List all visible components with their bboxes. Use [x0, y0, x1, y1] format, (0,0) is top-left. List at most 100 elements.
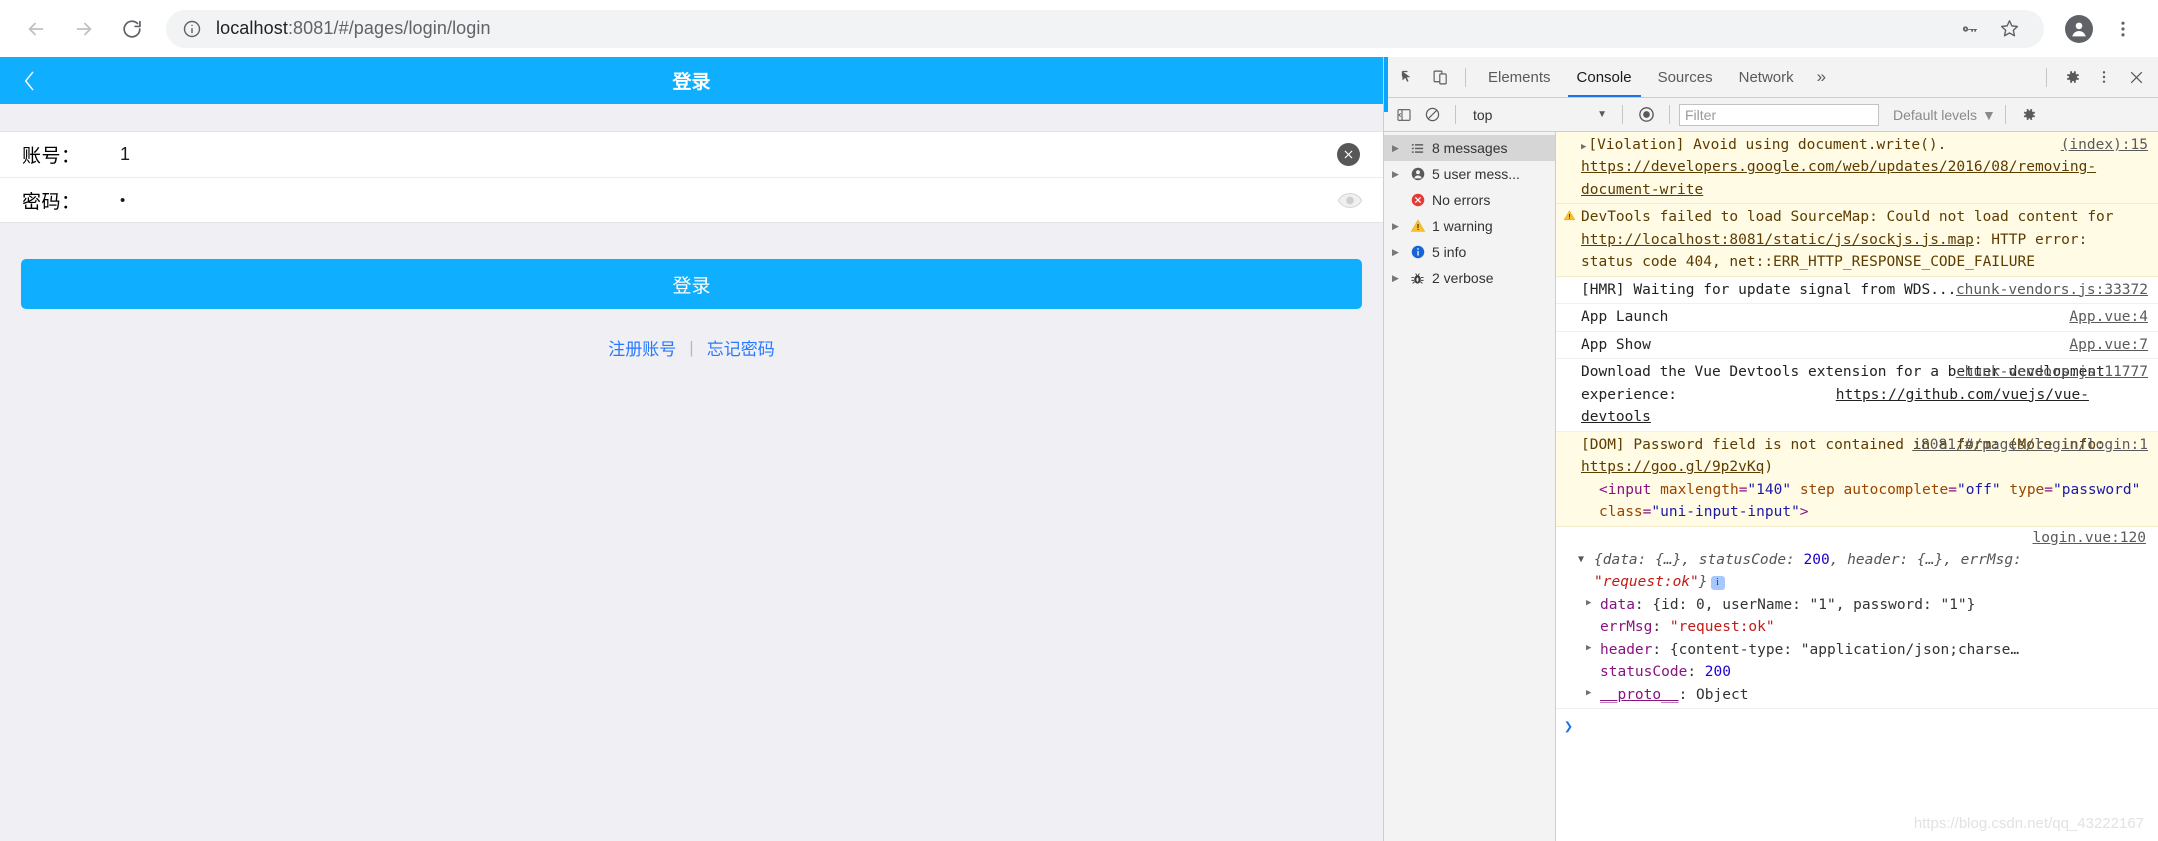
- close-icon[interactable]: [2120, 61, 2152, 93]
- expand-arrow-icon[interactable]: ▶: [1586, 687, 1591, 701]
- object-property-header[interactable]: ▶ header: {content-type: "application/jso…: [1572, 639, 2138, 661]
- device-toolbar-icon[interactable]: [1424, 61, 1456, 93]
- clear-circle-icon[interactable]: [1337, 143, 1360, 166]
- sidebar-item-warnings[interactable]: ▶ 1 warning: [1384, 213, 1555, 239]
- dom-password-link[interactable]: https://goo.gl/9p2vKq: [1581, 459, 1764, 475]
- warning-icon: [1562, 206, 1577, 222]
- console-prompt[interactable]: ❯: [1556, 709, 2158, 738]
- console-message-hmr[interactable]: [HMR] Waiting for update signal from WDS…: [1556, 276, 2158, 305]
- console-message-response-object[interactable]: login.vue:120 ▼ {data: {…}, statusCode: 2…: [1556, 526, 2158, 710]
- web-page-viewport: 登录 账号： 1 密码： • 登录 注册账号 | 忘记密码: [0, 57, 1384, 841]
- console-settings-gear-icon[interactable]: [2015, 102, 2043, 128]
- sidebar-item-user-messages[interactable]: ▶ 5 user mess...: [1384, 161, 1555, 187]
- expand-arrow-icon[interactable]: ▶: [1392, 221, 1403, 232]
- expand-arrow-icon[interactable]: ▶: [1586, 642, 1591, 656]
- message-source-link[interactable]: chunk-vendors.js:33372: [1956, 279, 2148, 301]
- message-source-link[interactable]: :8081/#/pages/login/login:1: [1912, 434, 2148, 456]
- object-summary-mid: , header: {…}, errMsg:: [1829, 551, 2022, 568]
- console-message-sourcemap[interactable]: DevTools failed to load SourceMap: Could…: [1556, 204, 2158, 277]
- clear-console-icon[interactable]: [1418, 102, 1446, 128]
- password-key-icon[interactable]: [1950, 10, 1988, 48]
- sourcemap-link[interactable]: http://localhost:8081/static/js/sockjs.j…: [1581, 232, 1974, 248]
- site-info-icon[interactable]: [182, 19, 202, 39]
- account-input[interactable]: 1: [120, 144, 1337, 165]
- message-source-link[interactable]: App.vue:7: [2069, 334, 2148, 356]
- expand-arrow-icon[interactable]: ▶: [1392, 273, 1403, 284]
- expand-arrow-icon[interactable]: ▶: [1586, 597, 1591, 611]
- code-attr-autocomplete: autocomplete: [1843, 481, 1949, 498]
- devtools-menu-icon[interactable]: [2088, 61, 2120, 93]
- message-source-link[interactable]: App.vue:4: [2069, 306, 2148, 328]
- object-property-errmsg[interactable]: errMsg: "request:ok": [1572, 616, 2138, 638]
- tab-elements[interactable]: Elements: [1475, 57, 1564, 97]
- password-field-row: 密码： •: [0, 177, 1383, 222]
- profile-avatar-button[interactable]: [2058, 8, 2100, 50]
- code-attr-class: class: [1599, 504, 1643, 521]
- console-message-violation[interactable]: ▶ [Violation] Avoid using document.write(…: [1556, 132, 2158, 205]
- message-source-link[interactable]: login.vue:120: [2033, 530, 2147, 546]
- toolbar-right-actions: [2058, 8, 2144, 50]
- response-object-tree: ▼ {data: {…}, statusCode: 200, header: {……: [1562, 549, 2148, 706]
- sidebar-toggle-icon[interactable]: [1390, 102, 1418, 128]
- register-link[interactable]: 注册账号: [595, 335, 689, 360]
- sidebar-item-label: 1 warning: [1432, 218, 1493, 234]
- object-property-statuscode[interactable]: statusCode: 200: [1572, 661, 2138, 683]
- violation-link[interactable]: https://developers.google.com/web/update…: [1581, 159, 2096, 197]
- execution-context-select[interactable]: top ▼: [1465, 103, 1613, 127]
- sidebar-item-verbose[interactable]: ▶ 2 verbose: [1384, 265, 1555, 291]
- more-tabs-icon[interactable]: »: [1807, 67, 1836, 87]
- sidebar-item-info[interactable]: ▶ 5 info: [1384, 239, 1555, 265]
- info-icon: [1409, 244, 1426, 261]
- back-button[interactable]: [14, 7, 58, 51]
- sidebar-item-errors[interactable]: No errors: [1384, 187, 1555, 213]
- console-message-vue-devtools[interactable]: Download the Vue Devtools extension for …: [1556, 359, 2158, 432]
- message-source-link[interactable]: (index):15: [2061, 134, 2148, 156]
- watermark-text: https://blog.csdn.net/qq_43222167: [1913, 814, 2144, 832]
- expand-arrow-icon[interactable]: ▶: [1392, 169, 1403, 180]
- devtools-panel: Elements Console Sources Network » top ▼…: [1384, 57, 2158, 841]
- chevron-down-icon: ▼: [1597, 109, 1607, 120]
- bookmark-star-icon[interactable]: [1990, 10, 2028, 48]
- code-attr-maxlength-value: "140": [1747, 481, 1792, 498]
- console-main: ▶ 8 messages ▶ 5 user mess... No errors …: [1384, 132, 2158, 841]
- forgot-password-link[interactable]: 忘记密码: [694, 335, 788, 360]
- console-message-dom-password[interactable]: [DOM] Password field is not contained in…: [1556, 431, 2158, 527]
- tab-console[interactable]: Console: [1564, 57, 1645, 97]
- console-message-app-show[interactable]: App Show App.vue:7: [1556, 331, 2158, 360]
- forward-button[interactable]: [62, 7, 106, 51]
- message-source-link[interactable]: chunk-vendors.js:11777: [1956, 361, 2148, 383]
- object-property-data[interactable]: ▶ data: {id: 0, userName: "1", password: …: [1572, 594, 2138, 616]
- console-message-app-launch[interactable]: App Launch App.vue:4: [1556, 304, 2158, 332]
- dom-password-post: ): [1764, 459, 1774, 476]
- filter-input[interactable]: [1679, 103, 1879, 126]
- login-button[interactable]: 登录: [21, 259, 1362, 309]
- inspect-element-icon[interactable]: [1392, 61, 1424, 93]
- auth-links: 注册账号 | 忘记密码: [21, 335, 1362, 361]
- sidebar-item-label: 2 verbose: [1432, 270, 1494, 286]
- tab-network[interactable]: Network: [1726, 57, 1807, 97]
- message-icon-blank: [1562, 134, 1577, 137]
- property-value: {id: 0, userName: "1", password: "1"}: [1652, 596, 1976, 613]
- tab-sources[interactable]: Sources: [1645, 57, 1726, 97]
- log-levels-select[interactable]: Default levels ▼: [1893, 107, 1996, 123]
- object-summary[interactable]: ▼ {data: {…}, statusCode: 200, header: {……: [1572, 549, 2138, 594]
- sidebar-item-messages[interactable]: ▶ 8 messages: [1384, 135, 1555, 161]
- expand-arrow-icon[interactable]: ▶: [1581, 142, 1586, 152]
- object-property-proto[interactable]: ▶ __proto__: Object: [1572, 684, 2138, 706]
- eye-icon[interactable]: [1337, 191, 1363, 209]
- live-expression-eye-icon[interactable]: [1632, 102, 1660, 128]
- back-chevron-icon[interactable]: [10, 57, 50, 104]
- gear-icon[interactable]: [2056, 61, 2088, 93]
- collapse-arrow-icon[interactable]: ▼: [1578, 552, 1584, 568]
- chrome-menu-button[interactable]: [2102, 8, 2144, 50]
- expand-arrow-icon[interactable]: ▶: [1392, 247, 1403, 258]
- levels-chevron-down-icon: ▼: [1982, 106, 1996, 123]
- message-icon-blank: [1562, 434, 1577, 437]
- address-bar[interactable]: localhost:8081/#/pages/login/login: [166, 9, 2044, 48]
- password-input[interactable]: •: [120, 192, 1337, 209]
- sidebar-item-label: 8 messages: [1432, 140, 1508, 156]
- reload-button[interactable]: [110, 7, 154, 51]
- info-badge-icon[interactable]: i: [1710, 576, 1725, 591]
- expand-arrow-icon[interactable]: ▶: [1392, 143, 1403, 154]
- console-log-list[interactable]: ▶ [Violation] Avoid using document.write(…: [1556, 132, 2158, 841]
